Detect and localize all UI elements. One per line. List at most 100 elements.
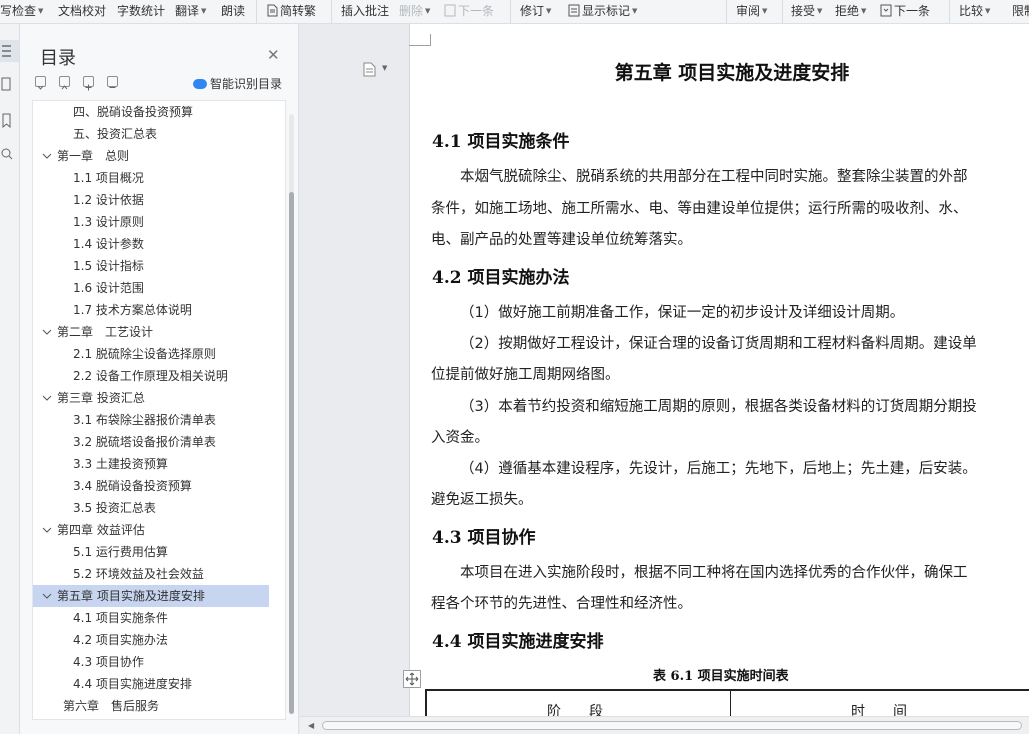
table-move-handle[interactable] xyxy=(403,670,421,688)
accept-button[interactable]: 接受 ▼ xyxy=(791,2,822,20)
toc-item[interactable]: 1.3 设计原则 xyxy=(33,211,269,233)
toolbar-divider xyxy=(726,0,727,23)
toc-item[interactable]: 2.2 设备工作原理及相关说明 xyxy=(33,365,269,387)
table-header-cell: 时 间 xyxy=(851,704,907,716)
toolbar-divider xyxy=(510,0,511,23)
table-caption: 表 6.1 项目实施时间表 xyxy=(653,669,789,684)
toc-item[interactable]: 3.5 投资汇总表 xyxy=(33,497,269,519)
toc-item[interactable]: 4.3 项目协作 xyxy=(33,651,269,673)
simplified-to-traditional-button[interactable]: 简转繁 xyxy=(266,2,316,20)
word-count-button[interactable]: 字数统计 xyxy=(117,2,165,20)
toc-item[interactable]: 4.2 项目实施办法 xyxy=(33,629,269,651)
paragraph-line: 电、副产品的处置等建设单位统筹落实。 xyxy=(431,232,692,248)
table-column-divider xyxy=(730,691,731,716)
reject-button[interactable]: 拒绝 ▼ xyxy=(835,2,866,20)
table-header-cell: 阶 段 xyxy=(547,704,603,716)
toc-item[interactable]: 4.1 项目实施条件 xyxy=(33,607,269,629)
toc-item[interactable]: 1.1 项目概况 xyxy=(33,167,269,189)
scroll-left-icon[interactable]: ◀ xyxy=(308,721,314,730)
toolbar-divider xyxy=(256,0,257,23)
toc-item[interactable]: 1.6 设计范围 xyxy=(33,277,269,299)
chapter-title: 第五章 项目实施及进度安排 xyxy=(614,62,850,84)
toc-item[interactable]: 5.2 环境效益及社会效益 xyxy=(33,563,269,585)
toc-item[interactable]: 3.3 土建投资预算 xyxy=(33,453,269,475)
toolbar-divider xyxy=(949,0,950,23)
read-aloud-button[interactable]: 朗读 xyxy=(221,2,245,20)
navigation-side-bar xyxy=(0,24,20,734)
close-icon[interactable]: ✕ xyxy=(267,47,280,63)
bookmark-button[interactable] xyxy=(0,110,19,132)
expand-all-button[interactable] xyxy=(59,76,70,90)
list-icon xyxy=(2,45,11,57)
next-change-button[interactable]: 下一条 xyxy=(880,2,930,20)
paragraph-line: 避免返工损失。 xyxy=(431,492,533,508)
toc-title: 目录 xyxy=(40,48,76,69)
next-change-icon xyxy=(880,4,892,17)
paragraph-line: （2）按期做好工程设计，保证合理的设备订货周期和工程材料备料周期。建设单 xyxy=(460,336,977,352)
horizontal-scrollbar-thumb[interactable] xyxy=(322,721,1022,730)
show-markup-button[interactable]: 显示标记 ▼ xyxy=(568,2,637,20)
smart-toc-button[interactable]: 智能识别目录 xyxy=(193,75,282,92)
paragraph-line: 入资金。 xyxy=(431,430,489,446)
chevron-down-icon[interactable]: ▼ xyxy=(382,64,387,72)
track-changes-button[interactable]: 修订 ▼ xyxy=(520,2,551,20)
toc-item[interactable]: 第六章 售后服务 xyxy=(33,695,269,717)
toolbar-divider xyxy=(331,0,332,23)
toc-item[interactable]: 4.4 项目实施进度安排 xyxy=(33,673,269,695)
paragraph-line: 程各个环节的先进性、合理性和经济性。 xyxy=(431,596,692,612)
toc-scrollbar-thumb[interactable] xyxy=(289,192,294,714)
move-icon xyxy=(405,672,419,686)
toc-item[interactable]: 1.4 设计参数 xyxy=(33,233,269,255)
chevron-down-icon[interactable] xyxy=(42,393,52,403)
crop-mark xyxy=(409,34,431,46)
chevron-down-icon xyxy=(37,85,44,90)
toc-item[interactable]: 2.1 脱硫除尘设备选择原则 xyxy=(33,343,269,365)
paragraph-line: （3）本着节约投资和缩短施工周期的原则，根据各类设备材料的订货周期分期投 xyxy=(460,399,977,415)
toc-item[interactable]: 第二章 工艺设计 xyxy=(33,321,269,343)
review-toolbar: 写检查 ▼ 文档校对 字数统计 翻译 ▼ 朗读 简转繁 插入批注 删除 ▼ 下一条 修… xyxy=(0,0,1029,24)
collapse-all-button[interactable] xyxy=(35,76,46,90)
review-button[interactable]: 审阅 ▼ xyxy=(736,2,767,20)
page-icon xyxy=(1,77,11,91)
next-comment-button[interactable]: 下一条 xyxy=(444,2,494,20)
search-button[interactable] xyxy=(0,144,19,166)
toc-item[interactable]: 1.2 设计依据 xyxy=(33,189,269,211)
toc-item[interactable]: 第四章 效益评估 xyxy=(33,519,269,541)
horizontal-scrollbar[interactable]: ◀ xyxy=(300,716,1029,734)
paragraph-line: 本烟气脱硫除尘、脱硝系统的共用部分在工程中同时实施。整套除尘装置的外部 xyxy=(460,169,968,185)
page-thumbnails-button[interactable] xyxy=(0,74,19,96)
toc-item[interactable]: 5.1 运行费用估算 xyxy=(33,541,269,563)
toc-item[interactable]: 四、脱硝设备投资预算 xyxy=(33,101,269,123)
translate-button[interactable]: 翻译 ▼ xyxy=(175,2,206,20)
toc-panel: 目录 ✕ 智能识别目录 四、脱硝设备投资预算 五、投资汇总表 第一章 总则 1.… xyxy=(20,24,299,734)
delete-comment-button[interactable]: 删除 ▼ xyxy=(399,2,430,20)
chevron-down-icon[interactable] xyxy=(42,591,52,601)
toc-item[interactable]: 1.7 技术方案总体说明 xyxy=(33,299,269,321)
toc-item[interactable]: 1.5 设计指标 xyxy=(33,255,269,277)
toc-panel-button[interactable] xyxy=(0,40,19,62)
toc-item[interactable]: 3.1 布袋除尘器报价清单表 xyxy=(33,409,269,431)
chevron-down-icon[interactable] xyxy=(42,327,52,337)
spell-check-button[interactable]: 写检查 ▼ xyxy=(0,2,43,20)
remove-heading-button[interactable] xyxy=(107,76,118,88)
doc-proofread-button[interactable]: 文档校对 xyxy=(58,2,106,20)
toc-item[interactable]: 第一章 总则 xyxy=(33,145,269,167)
toc-item[interactable]: 3.2 脱硫塔设备报价清单表 xyxy=(33,431,269,453)
add-heading-button[interactable] xyxy=(83,76,94,91)
compare-button[interactable]: 比较 ▼ xyxy=(959,2,990,20)
toc-item-current[interactable]: 第五章 项目实施及进度安排 xyxy=(33,585,269,607)
toc-item[interactable]: 第三章 投资汇总 xyxy=(33,387,269,409)
toc-item[interactable]: 3.4 脱硝设备投资预算 xyxy=(33,475,269,497)
section-heading: 4.1 项目实施条件 xyxy=(432,132,570,152)
restrict-editing-button[interactable]: 限制 xyxy=(1012,2,1029,20)
toolbar-divider xyxy=(782,0,783,23)
insert-comment-button[interactable]: 插入批注 xyxy=(341,2,389,20)
paragraph-line: 位提前做好施工周期网络图。 xyxy=(431,367,620,383)
schedule-table: 阶 段 时 间 xyxy=(425,689,1029,716)
section-heading: 4.3 项目协作 xyxy=(432,528,536,548)
toc-item[interactable]: 五、投资汇总表 xyxy=(33,123,269,145)
chevron-down-icon[interactable] xyxy=(42,525,52,535)
chevron-down-icon[interactable] xyxy=(42,151,52,161)
document-icon[interactable] xyxy=(363,62,376,77)
document-area: ▼ 第五章 项目实施及进度安排 4.1 项目实施条件 本烟气脱硫除尘、脱硝系统的… xyxy=(300,24,1029,716)
